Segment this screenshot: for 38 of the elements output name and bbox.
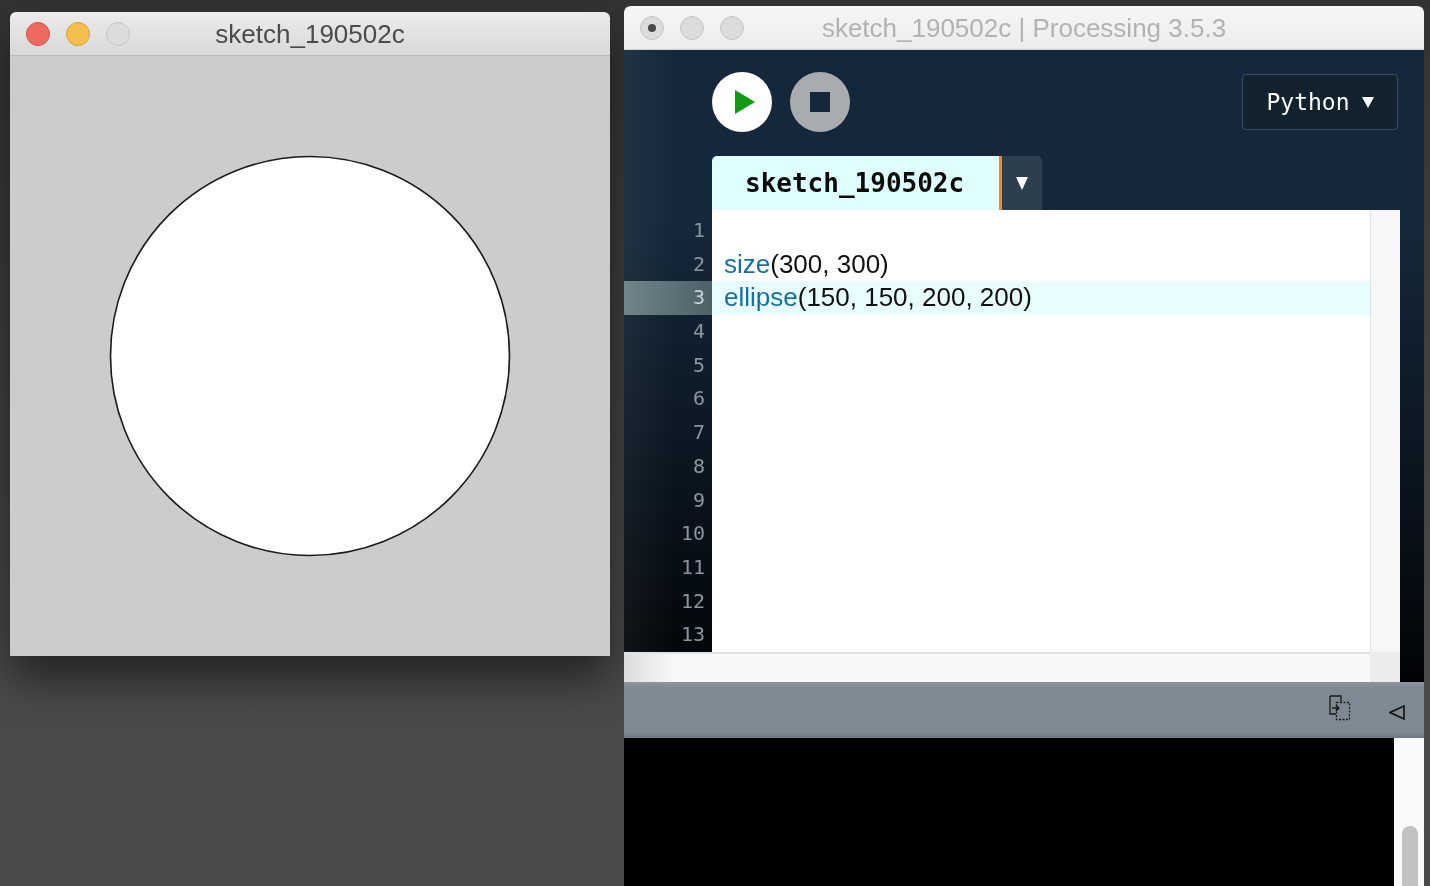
stop-button[interactable] (790, 72, 850, 132)
line-number: 2 (691, 250, 706, 278)
vertical-scrollbar[interactable] (1370, 210, 1400, 652)
minimize-button[interactable] (680, 15, 704, 40)
minimize-button[interactable] (66, 21, 90, 46)
line-number: 6 (691, 385, 706, 413)
line-number: 10 (679, 520, 706, 548)
line-number: 11 (679, 553, 706, 581)
editor-tab[interactable]: sketch_190502c (712, 156, 1002, 210)
line-number: 4 (691, 318, 706, 346)
window-title: sketch_190502c | Processing 3.5.3 (821, 12, 1227, 44)
horizontal-scrollbar[interactable] (624, 652, 1370, 682)
vertical-scrollbar[interactable] (1394, 738, 1424, 886)
left-triangle-icon[interactable] (1389, 704, 1405, 720)
pages-arrow-icon[interactable] (1329, 695, 1351, 721)
play-icon (734, 90, 755, 114)
close-button[interactable] (640, 15, 664, 40)
line-number: 12 (679, 587, 706, 615)
line-number: 5 (691, 351, 706, 379)
line-number: 7 (691, 419, 706, 447)
zoom-button[interactable] (106, 21, 130, 46)
code-line: size(300, 300) (723, 247, 890, 281)
line-number: 9 (691, 486, 706, 514)
stop-icon (810, 92, 830, 112)
line-number: 3 (624, 281, 712, 316)
caret-icon (1016, 176, 1028, 190)
caret-icon (1361, 96, 1374, 108)
scrollbar-corner (1370, 652, 1400, 682)
zoom-button[interactable] (720, 15, 744, 40)
line-number: 8 (691, 452, 706, 480)
run-button[interactable] (712, 72, 772, 132)
tab-menu-button[interactable] (1002, 156, 1042, 210)
code-editor[interactable]: size(300, 300) ellipse(150, 150, 200, 200) (712, 210, 1370, 652)
mode-button[interactable]: Python (1242, 74, 1398, 130)
line-number: 13 (679, 621, 706, 649)
window-title: sketch_190502c (215, 18, 405, 50)
scrollbar-thumb[interactable] (1402, 826, 1418, 886)
line-number: 1 (691, 217, 706, 244)
